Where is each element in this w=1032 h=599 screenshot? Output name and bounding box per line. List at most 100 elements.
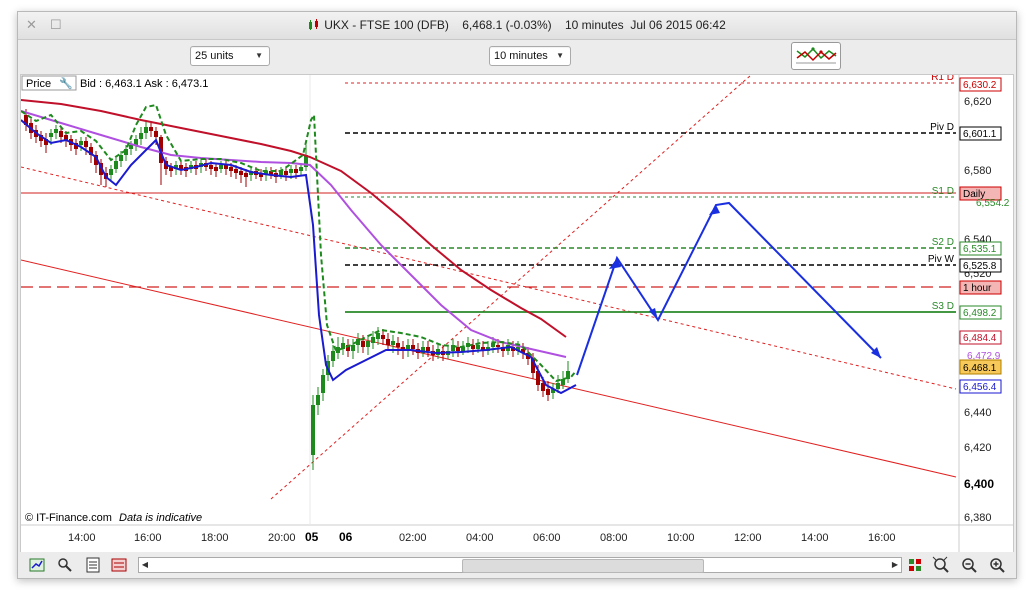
level-tag-value: 6,498.2 [963, 308, 997, 319]
candle-body [229, 167, 233, 171]
bid-ask-readout: Bid : 6,463.1 Ask : 6,473.1 [80, 78, 208, 90]
ma-purple-line [20, 110, 567, 358]
level-tag-value: 6,601.1 [963, 129, 997, 140]
level-label: R1 D [931, 75, 954, 83]
candle-body [59, 131, 63, 137]
candle-body [144, 127, 148, 133]
scroll-right-icon[interactable]: ▶ [889, 558, 901, 572]
candle-body [109, 169, 113, 175]
x-tick: 06 [339, 530, 353, 544]
x-tick: 18:00 [201, 532, 229, 544]
candle-body [396, 343, 400, 347]
toolbar: 25 units ▼ 10 minutes ▼ [18, 40, 1016, 73]
interval-select[interactable]: 10 minutes ▼ [489, 46, 571, 66]
x-tick: 20:00 [268, 532, 296, 544]
zoom-fit-icon[interactable] [932, 556, 950, 574]
x-tick: 16:00 [868, 532, 896, 544]
candle-body [284, 171, 288, 175]
level-tag-s1: 6,554.2 [976, 198, 1010, 209]
candle-body [556, 383, 560, 389]
level-tag-piv-d: 6,601.1 [959, 126, 1002, 141]
x-tick: 16:00 [134, 532, 162, 544]
candle-body [351, 345, 355, 351]
candle-body [214, 167, 218, 171]
x-tick: 02:00 [399, 532, 427, 544]
level-tag-one-hour: 1 hour [959, 280, 1002, 295]
x-tick: 10:00 [667, 532, 695, 544]
scroll-left-icon[interactable]: ◀ [139, 558, 151, 572]
candle-body [294, 169, 298, 173]
chart-type-button[interactable] [791, 42, 841, 70]
horizontal-scrollbar[interactable]: ◀ ▶ [138, 557, 902, 573]
units-select[interactable]: 25 units ▼ [190, 46, 270, 66]
zoom-in-icon[interactable] [988, 556, 1006, 574]
candle-body [496, 345, 500, 347]
scrollbar-thumb[interactable] [462, 559, 704, 573]
level-label: Piv D [930, 122, 954, 133]
x-tick: 04:00 [466, 532, 494, 544]
chart-settings-icon[interactable] [28, 556, 46, 574]
candle-body [321, 375, 325, 393]
candle-body [381, 335, 385, 339]
candle-body [84, 141, 88, 147]
projection-path [576, 201, 882, 376]
trend-line-upper [20, 166, 957, 390]
candle-body [376, 333, 380, 339]
level-tag-piv-w: 6,525.8 [959, 258, 1002, 273]
candle-body [491, 343, 495, 347]
y-tick: 6,580 [964, 165, 992, 177]
candle-body [179, 165, 183, 169]
candle-body [149, 127, 153, 131]
candle-body [426, 347, 430, 351]
x-tick: 12:00 [734, 532, 762, 544]
report-icon[interactable] [84, 556, 102, 574]
units-select-value: 25 units [195, 50, 234, 62]
last-price-tag: 6,468.1 [959, 359, 1002, 375]
candle-body [316, 395, 320, 405]
candle-body [391, 341, 395, 345]
chevron-down-icon: ▼ [556, 51, 564, 60]
line-chart-icon [796, 47, 837, 64]
candle-body [456, 347, 460, 351]
level-tag-r1: 6,630.2 [959, 77, 1002, 92]
x-tick: 05 [305, 530, 319, 544]
level-tag-value: 6,630.2 [963, 80, 997, 91]
drawing-tools-icon[interactable] [906, 556, 924, 574]
candle-body [209, 165, 213, 169]
price-chart[interactable]: R1 D Piv D S1 D S2 D Piv W S3 D Price 🔧 … [20, 72, 1014, 554]
candle-body [54, 129, 58, 133]
level-label: S1 D [932, 186, 954, 197]
x-tick: 14:00 [801, 532, 829, 544]
candle-body [411, 345, 415, 349]
candle-body [361, 341, 365, 347]
ma-red-tag: 6,484.4 [959, 330, 1002, 345]
candle-body [239, 171, 243, 175]
ma-blue-tag-value: 6,456.4 [963, 382, 997, 393]
candle-body [299, 167, 303, 171]
candle-body [541, 383, 545, 391]
studies-icon[interactable] [110, 556, 128, 574]
candlestick-icon [308, 19, 320, 34]
level-tag-value: 6,554.2 [976, 198, 1010, 209]
chevron-down-icon: ▼ [255, 51, 263, 60]
candle-body [219, 165, 223, 169]
one-hour-tag-label: 1 hour [963, 283, 992, 294]
wrench-icon[interactable]: 🔧 [59, 76, 73, 90]
bottom-toolbar: ◀ ▶ [18, 552, 1016, 578]
price-chart-canvas[interactable]: R1 D Piv D S1 D S2 D Piv W S3 D Price 🔧 … [20, 72, 1013, 553]
y-tick: 6,400 [964, 477, 994, 491]
candle-body [114, 161, 118, 169]
level-label: S3 D [932, 301, 954, 312]
candle-body [154, 131, 158, 137]
indicator-icon[interactable] [56, 556, 74, 574]
x-tick: 06:00 [533, 532, 561, 544]
ma-blue-tag: 6,456.4 [959, 379, 1002, 394]
interval-select-value: 10 minutes [494, 50, 548, 62]
zoom-out-icon[interactable] [960, 556, 978, 574]
title-bar: ✕ ☐ UKX - FTSE 100 (DFB) 6,468.1 (-0.03%… [18, 12, 1016, 40]
level-tag-s2: 6,535.1 [959, 241, 1002, 256]
x-tick: 08:00 [600, 532, 628, 544]
candle-body [244, 173, 248, 177]
level-tag-s3: 6,498.2 [959, 305, 1002, 320]
level-tag-value: 6,525.8 [963, 261, 997, 272]
